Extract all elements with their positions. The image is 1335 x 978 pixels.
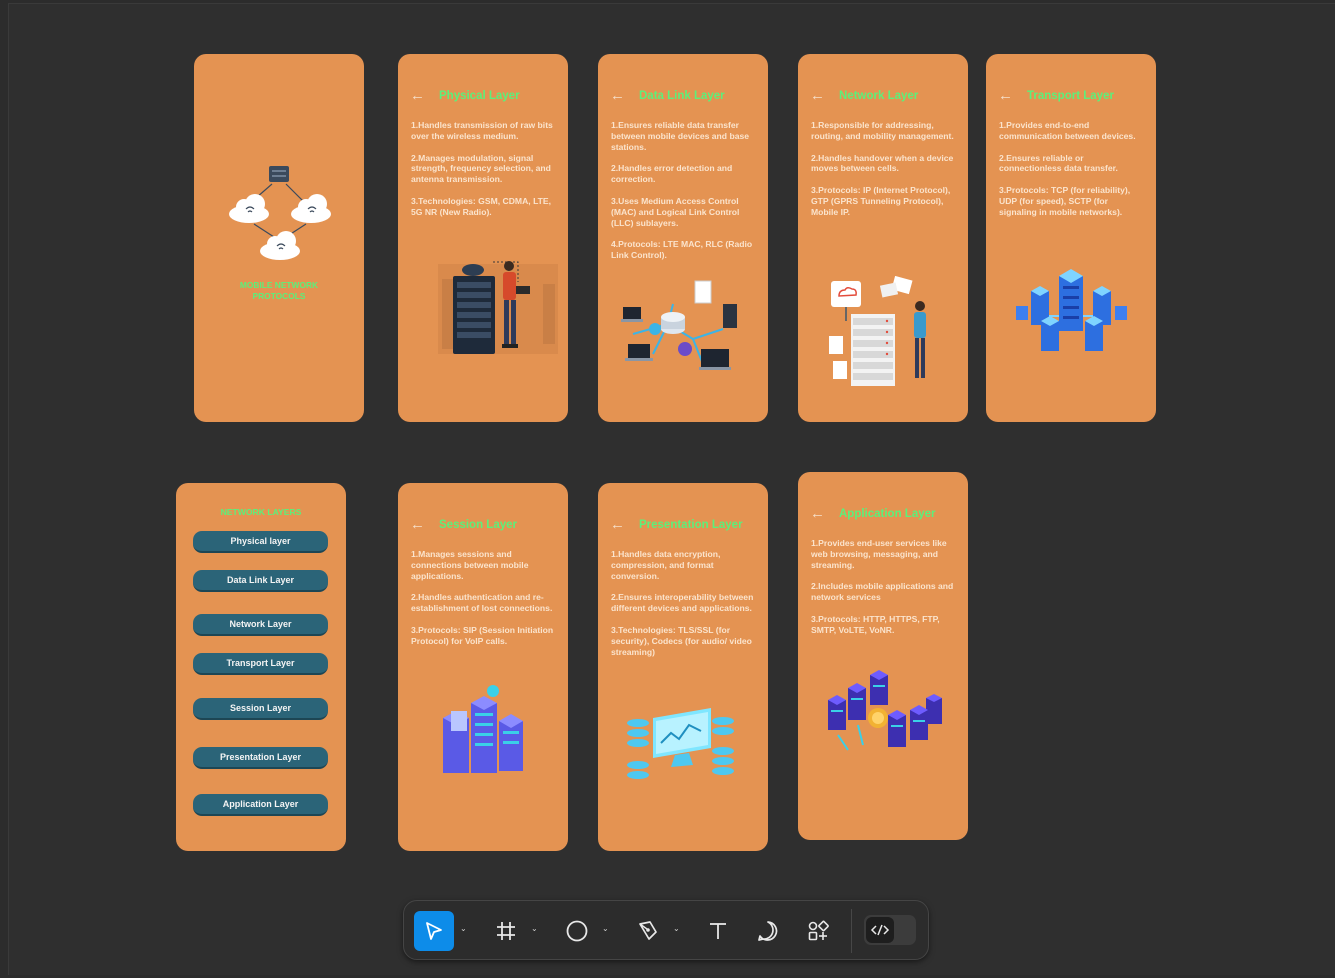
back-arrow-icon[interactable]: ← [410,517,425,532]
frame-body: 1.Handles data encryption, compression, … [611,549,758,668]
cloud-server-illustration [798,276,968,391]
point-text: 1.Ensures reliable data transfer between… [611,120,750,152]
pen-tool-button[interactable] [630,911,666,951]
network-clouds-illustration [229,166,331,260]
presentation-layer-button[interactable]: Presentation Layer [193,747,328,769]
point-text: 3.Protocols: SIP (Session Initiation Pro… [411,624,554,646]
actions-tool-button[interactable] [800,911,836,951]
back-arrow-icon[interactable]: ← [410,88,425,103]
back-arrow-icon[interactable]: ← [610,517,625,532]
frame-title: Transport Layer [1027,90,1114,102]
frame-title: Session Layer [439,519,517,531]
frame-cover[interactable]: MOBILE NETWORK PROTOCOLS [194,54,364,422]
bottom-toolbar: ⌄ ⌄ ⌄ ⌄ [403,900,929,960]
frame-data-link-layer[interactable]: ← Data Link Layer 1.Ensures reliable dat… [598,54,768,422]
frame-body: 1.Ensures reliable data transfer between… [611,120,758,272]
frame-title: Application Layer [839,508,936,520]
frame-network-layers-menu[interactable]: NETWORK LAYERS Physical layer Data Link … [176,483,346,851]
cursor-arrow-icon [426,922,442,940]
chevron-down-icon[interactable]: ⌄ [460,924,467,933]
frame-title: Physical Layer [439,90,520,102]
frame-application-layer[interactable]: ← Application Layer 1.Provides end-user … [798,472,968,840]
menu-title: NETWORK LAYERS [220,507,302,517]
chevron-down-icon[interactable]: ⌄ [602,924,609,933]
shapes-plus-icon [808,920,829,941]
point-text: 2.Handles authentication and re-establis… [411,592,553,614]
comment-tool-button[interactable] [750,911,786,951]
pen-nib-icon [639,921,657,940]
frame-body: 1.Manages sessions and connections betwe… [411,549,558,658]
point-text: 2.Includes mobile applications and netwo… [811,581,954,603]
frame-network-layer[interactable]: ← Network Layer 1.Responsible for addres… [798,54,968,422]
point-text: 1.Provides end-to-end communication betw… [999,120,1136,141]
frame-tool-button[interactable] [488,911,524,951]
frame-header: ← Transport Layer [998,88,1114,103]
move-tool-button[interactable] [414,911,454,951]
point-text: 2.Handles handover when a device moves b… [811,152,954,174]
frame-session-layer[interactable]: ← Session Layer 1.Manages sessions and c… [398,483,568,851]
frame-transport-layer[interactable]: ← Transport Layer 1.Provides end-to-end … [986,54,1156,422]
transport-layer-button[interactable]: Transport Layer [193,653,328,675]
frame-header: ← Session Layer [410,517,517,532]
frame-header: ← Data Link Layer [610,88,725,103]
point-text: 3.Protocols: IP (Internet Protocol), GTP… [811,185,951,217]
isometric-servers-purple-illustration [398,683,568,783]
frame-title: Data Link Layer [639,90,725,102]
frame-body: 1.Handles transmission of raw bits over … [411,120,558,229]
server-technician-illustration [398,254,568,359]
frame-header: ← Application Layer [810,506,936,521]
network-layer-button[interactable]: Network Layer [193,614,328,636]
point-text: 1.Handles transmission of raw bits over … [411,120,553,141]
physical-layer-button[interactable]: Physical layer [193,531,328,553]
point-text: 2.Ensures interoperability between diffe… [611,592,754,614]
text-tool-button[interactable] [700,911,736,951]
point-text: 2.Manages modulation, signal strength, f… [411,152,551,185]
point-text: 2.Handles error detection and correction… [611,163,733,185]
code-brackets-icon [866,917,894,943]
data-devices-illustration [598,279,768,379]
point-text: 4.Protocols: LTE MAC, RLC (Radio Link Co… [611,239,753,261]
frame-physical-layer[interactable]: ← Physical Layer 1.Handles transmission … [398,54,568,422]
crypto-servers-illustration [798,670,968,770]
point-text: 1.Manages sessions and connections betwe… [411,549,529,581]
isometric-servers-blue-illustration [986,266,1156,361]
data-monitor-illustration [598,693,768,788]
comment-bubble-icon [758,921,778,941]
back-arrow-icon[interactable]: ← [998,88,1013,103]
ellipse-icon [566,920,588,942]
point-text: 3.Technologies: TLS/SSL (for security), … [611,624,752,657]
toolbar-divider [851,909,852,953]
design-canvas[interactable]: MOBILE NETWORK PROTOCOLS ← Physical Laye… [8,3,1335,975]
session-layer-button[interactable]: Session Layer [193,698,328,720]
point-text: 1.Provides end-user services like web br… [811,538,947,570]
point-text: 3.Protocols: TCP (for reliability), UDP … [999,185,1131,217]
point-text: 1.Responsible for addressing, routing, a… [811,120,954,141]
back-arrow-icon[interactable]: ← [610,88,625,103]
shape-tool-button[interactable] [559,911,595,951]
frame-title: Network Layer [839,90,919,102]
back-arrow-icon[interactable]: ← [810,506,825,521]
chevron-down-icon[interactable]: ⌄ [673,924,680,933]
point-text: 3.Technologies: GSM, CDMA, LTE, 5G NR (N… [411,195,552,217]
point-text: 3.Uses Medium Access Control (MAC) and L… [611,195,740,228]
point-text: 3.Protocols: HTTP, HTTPS, FTP, SMTP, VoL… [811,613,940,635]
point-text: 1.Handles data encryption, compression, … [611,549,721,581]
point-text: 2.Ensures reliable or connectionless dat… [999,152,1118,174]
frame-header: ← Physical Layer [410,88,520,103]
text-t-icon [710,923,726,939]
frame-body: 1.Provides end-user services like web br… [811,538,958,647]
data-link-layer-button[interactable]: Data Link Layer [193,570,328,592]
chevron-down-icon[interactable]: ⌄ [531,924,538,933]
frame-header: ← Network Layer [810,88,919,103]
frame-body: 1.Provides end-to-end communication betw… [999,120,1146,229]
dev-mode-toggle[interactable] [864,915,916,945]
frame-title: Presentation Layer [639,519,743,531]
frame-presentation-layer[interactable]: ← Presentation Layer 1.Handles data encr… [598,483,768,851]
frame-hash-icon [497,922,515,940]
back-arrow-icon[interactable]: ← [810,88,825,103]
frame-header: ← Presentation Layer [610,517,743,532]
application-layer-button[interactable]: Application Layer [193,794,328,816]
frame-body: 1.Responsible for addressing, routing, a… [811,120,958,229]
cover-title: MOBILE NETWORK PROTOCOLS [239,280,319,301]
